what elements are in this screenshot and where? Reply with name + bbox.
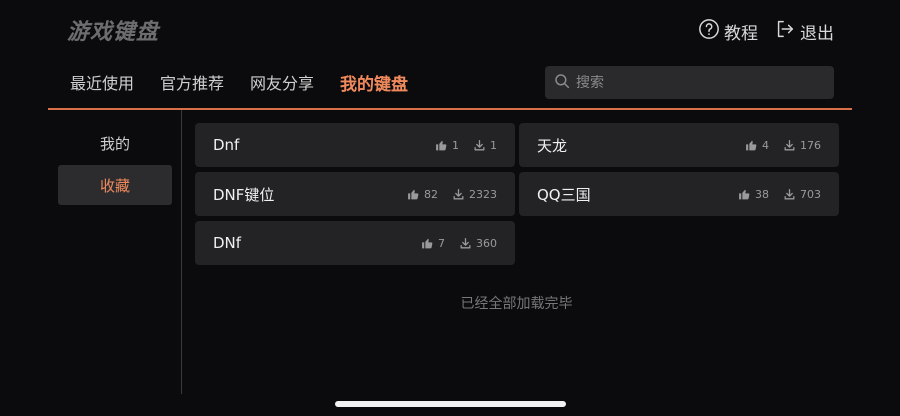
- sidebar-divider: [181, 110, 182, 394]
- app-root: 游戏键盘 教程 退出 最近使用 官方推荐 网友分享 我的键盘 搜索 我的 收藏 …: [0, 0, 900, 416]
- search-box[interactable]: [545, 66, 834, 99]
- top-actions: 教程 退出: [698, 18, 834, 45]
- like-count: 38: [738, 188, 769, 201]
- tab-community[interactable]: 网友分享: [250, 70, 314, 95]
- download-count: 703: [783, 188, 821, 201]
- card-name: DNF键位: [213, 185, 275, 204]
- download-icon: [460, 237, 471, 248]
- download-count: 360: [459, 237, 497, 250]
- download-count: 176: [783, 139, 821, 152]
- search-input[interactable]: [576, 74, 816, 91]
- sidebar-item-mine[interactable]: 我的: [58, 123, 172, 163]
- keyboard-card[interactable]: Dnf 1 1: [195, 123, 515, 167]
- thumbs-up-icon: [408, 189, 419, 199]
- like-count: 4: [745, 139, 769, 152]
- like-count: 82: [407, 188, 438, 201]
- thumbs-up-icon: [422, 238, 433, 248]
- thumbs-up-icon: [436, 140, 447, 150]
- keyboard-card[interactable]: 天龙 4 176: [519, 123, 839, 167]
- app-logo: 游戏键盘: [67, 20, 160, 45]
- load-complete-text: 已经全部加载完毕: [460, 296, 573, 312]
- question-circle-icon: [698, 18, 720, 45]
- card-name: Dnf: [213, 136, 240, 154]
- like-count: 7: [421, 237, 445, 250]
- card-name: DNf: [213, 234, 242, 252]
- download-icon: [453, 188, 464, 199]
- category-tabs: 最近使用 官方推荐 网友分享 我的键盘: [70, 70, 408, 95]
- download-icon: [474, 139, 485, 150]
- home-indicator[interactable]: [335, 401, 566, 407]
- tab-my-keyboards[interactable]: 我的键盘: [340, 70, 408, 95]
- header-divider: [48, 108, 852, 110]
- like-count: 1: [435, 139, 459, 152]
- tab-recent[interactable]: 最近使用: [70, 70, 134, 95]
- keyboard-card[interactable]: DNf 7 360: [195, 221, 515, 265]
- tutorial-button[interactable]: 教程: [698, 18, 758, 45]
- download-count: 2323: [452, 188, 497, 201]
- card-name: QQ三国: [537, 185, 591, 204]
- exit-button[interactable]: 退出: [774, 18, 834, 45]
- keyboard-card[interactable]: QQ三国 38 703: [519, 172, 839, 216]
- exit-label: 退出: [800, 24, 834, 44]
- download-icon: [784, 139, 795, 150]
- tab-official[interactable]: 官方推荐: [160, 70, 224, 95]
- download-icon: [784, 188, 795, 199]
- search-icon: [553, 72, 571, 94]
- tutorial-label: 教程: [724, 24, 758, 44]
- thumbs-up-icon: [739, 189, 750, 199]
- thumbs-up-icon: [746, 140, 757, 150]
- sidebar-item-favorites[interactable]: 收藏: [58, 165, 172, 205]
- keyboard-card[interactable]: DNF键位 82 2323: [195, 172, 515, 216]
- download-count: 1: [473, 139, 497, 152]
- logout-icon: [774, 18, 796, 45]
- card-name: 天龙: [537, 136, 568, 155]
